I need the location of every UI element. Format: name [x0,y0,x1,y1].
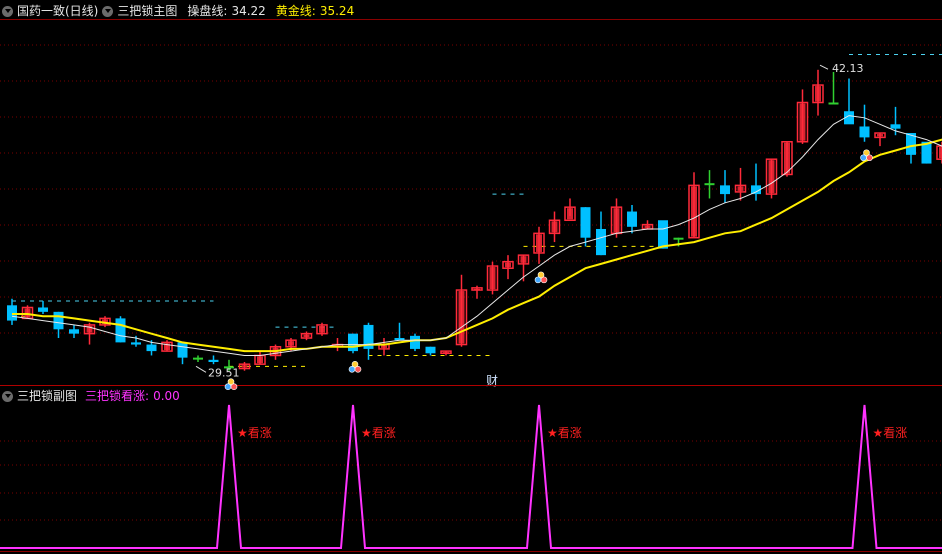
candle-body-down [720,185,730,195]
candle-body-up-fill [567,208,573,220]
candle-body-up-fill [551,221,558,233]
candle-body-up-fill [536,234,542,252]
candle-body-down [69,329,79,334]
candle-body-up-fill [799,103,806,141]
signal-badge-dot [540,276,548,284]
candle-body-up-fill [520,256,527,263]
candle-body-down [828,102,839,105]
candle-body-up-fill [768,160,775,194]
high-price-label: 42.13 [832,62,864,75]
candle-body-down [580,207,591,238]
candle-body-down [348,333,358,352]
candle-body-down [38,307,48,312]
signal-badge-dot [866,154,873,162]
candle-body-up-fill [257,356,263,364]
candle-body-down [425,346,436,354]
signal-badge-dot [224,383,232,391]
candle-body-down [53,311,64,330]
candle-body-up-fill [784,142,790,174]
candle-body-up-fill [613,208,620,233]
candle-body-down [704,183,715,186]
signal-label: ★看涨 [361,425,396,440]
chart-canvas[interactable]: 42.13 29.51 ★看涨 ★看涨 ★看涨 ★看涨 [0,0,942,554]
candle-body-up-fill [241,365,248,368]
candle-body-down [146,344,157,352]
signal-label: ★看涨 [547,425,582,440]
candle-body-down [673,237,684,240]
candle-body-up-fill [877,134,883,137]
signal-line [0,404,942,549]
candle-body-up-fill [691,186,697,237]
candle-body-down [193,357,203,360]
candle-body-down [410,335,420,349]
candle-body-up-fill [644,225,651,228]
candle-body-down [177,342,188,358]
candle-body-up-fill [288,341,294,346]
candle-body-down [131,342,141,345]
signal-badge-dot [230,383,238,391]
candle-body-up-fill [24,308,31,318]
signal-badge-dot [860,154,867,162]
candle-body-up-fill [319,325,325,333]
candle-body-down [627,211,637,227]
signal-label: ★看涨 [237,425,272,440]
candle-body-down [658,220,668,249]
candle-body-up-fill [505,262,511,268]
candle-body-down [115,318,126,343]
candle-body-up-fill [458,291,465,344]
operate-line [11,115,942,356]
candle-body-up-fill [489,267,496,290]
low-pointer [195,365,207,373]
signal-badge-dot [354,365,362,373]
candle-body-down [7,305,17,321]
candle-body-down [208,359,219,362]
signal-label: ★看涨 [873,425,908,440]
signal-badge-dot [534,276,542,284]
candle-body-up-fill [443,352,449,354]
candle-body-up-fill [303,334,310,338]
candle-body-up-fill [381,345,387,348]
signal-badge-dot [348,365,356,373]
golden-line [12,138,942,353]
candle-body-up-fill [737,186,744,191]
high-pointer [819,64,829,70]
candle-body-down [890,124,901,129]
low-price-label: 29.51 [208,366,240,379]
candle-body-down [859,126,870,138]
candle-body-down [596,228,606,256]
candle-body-up-fill [474,288,480,290]
candle-body-up-fill [815,86,821,102]
